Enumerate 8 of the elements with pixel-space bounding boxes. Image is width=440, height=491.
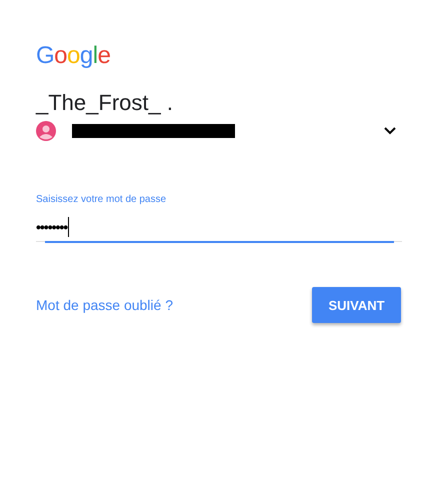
- chevron-down-icon[interactable]: [384, 127, 396, 135]
- avatar-icon: [36, 121, 56, 141]
- forgot-password-link[interactable]: Mot de passe oublié ?: [36, 297, 173, 313]
- account-name: _The_Frost_ .: [36, 90, 173, 116]
- password-field[interactable]: ••••••••: [36, 213, 402, 242]
- next-button[interactable]: SUIVANT: [312, 287, 401, 323]
- field-label: Saisissez votre mot de passe: [36, 194, 166, 205]
- logo: Google: [36, 42, 110, 70]
